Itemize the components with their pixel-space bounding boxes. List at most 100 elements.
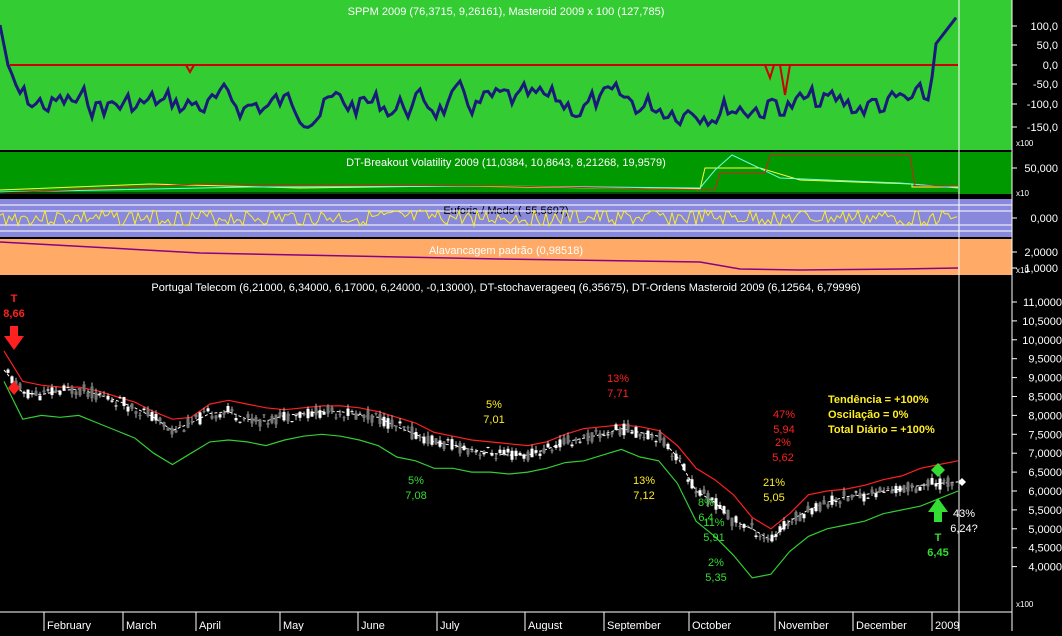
candle-body [402, 426, 406, 428]
candle-body [374, 412, 378, 414]
candle-body [358, 413, 362, 415]
annotation-value: 5,35 [705, 572, 726, 584]
candle-body [658, 432, 662, 441]
candle-body [538, 453, 542, 456]
candle-body [42, 390, 46, 393]
candle-body [102, 395, 106, 397]
candle-body [926, 479, 930, 487]
candle-body [286, 413, 290, 422]
month-label: 2009 [935, 620, 959, 631]
candle-body [586, 432, 590, 441]
candle-body [870, 489, 874, 494]
annotation-label: 21% [763, 477, 785, 489]
price-axis-unit: x100 [1016, 600, 1034, 609]
candle-body [850, 494, 854, 498]
candle-body [882, 491, 886, 493]
candle-body [330, 407, 334, 412]
candle-body [30, 393, 34, 395]
candle-body [766, 537, 770, 541]
candle-body [566, 435, 570, 444]
candle-body [178, 425, 182, 427]
candle-body [302, 413, 306, 415]
month-label: September [607, 620, 661, 631]
month-label: June [361, 620, 385, 631]
candle-body [338, 414, 342, 416]
candle-body [754, 535, 758, 537]
candle-body [438, 440, 442, 447]
candle-body [6, 369, 10, 373]
main-chart-title: Portugal Telecom (6,21000, 6,34000, 6,17… [151, 282, 860, 294]
candle-body [602, 434, 606, 436]
sell-arrow-icon [4, 326, 24, 350]
candle-body [290, 421, 294, 423]
annotation-value: 8,66 [3, 308, 24, 320]
panel-tick-label: 100,0 [1030, 21, 1058, 33]
candle-body [490, 453, 494, 456]
candle-body [78, 388, 82, 396]
candle-body [346, 408, 350, 416]
candle-body [26, 389, 30, 399]
candle-body [70, 386, 74, 394]
panel-tick-label: -100,0 [1027, 99, 1058, 111]
candle-body [38, 395, 42, 401]
candle-body [226, 405, 230, 413]
candle-body [878, 487, 882, 492]
candle-body [526, 451, 530, 461]
candle-body [326, 405, 330, 414]
candle-body [762, 537, 766, 539]
candle-body [166, 427, 170, 431]
month-label: August [528, 620, 562, 631]
candle-body [298, 411, 302, 418]
candle-body [746, 525, 750, 528]
annotation-value: 7,71 [607, 388, 628, 400]
candle-body [94, 392, 98, 400]
candle-body [202, 410, 206, 412]
upper-order-line [3, 350, 959, 530]
panel-tick-label: 50,000 [1024, 163, 1058, 175]
candle-body [750, 522, 754, 526]
sppm-panel-title: SPPM 2009 (76,3715, 9,26161), Masteroid … [348, 6, 665, 18]
candle-body [494, 457, 498, 459]
annotation-value: 7,08 [405, 490, 426, 502]
candle-body [282, 411, 286, 421]
candle-body [418, 436, 422, 439]
candle-body [594, 429, 598, 432]
candle-body [266, 422, 270, 425]
candle-body [694, 491, 698, 494]
candle-body [246, 414, 250, 418]
candle-body [34, 390, 38, 396]
candle-body [254, 416, 258, 422]
annotation-value: 7,01 [483, 414, 504, 426]
candle-body [198, 412, 202, 425]
price-tick-label: 8,5000 [1028, 392, 1062, 404]
panel-tick-label: -150,0 [1027, 122, 1058, 134]
candle-body [142, 408, 146, 410]
annotation-label: 47% [773, 409, 795, 421]
candle-body [194, 414, 198, 418]
summary-line: Tendência = +100% [828, 394, 929, 406]
candle-body [818, 502, 822, 512]
candle-body [722, 506, 726, 514]
alavancagem-title: Alavancagem padrão (0,98518) [429, 245, 583, 257]
candle-body [238, 421, 242, 423]
summary-line: Total Diário = +100% [828, 424, 935, 436]
price-tick-label: 7,0000 [1028, 448, 1062, 460]
candle-body [258, 419, 262, 427]
candle-body [554, 444, 558, 448]
annotation-value: 7,12 [633, 490, 654, 502]
month-label: October [692, 620, 731, 631]
panel-tick-label: -50,0 [1033, 79, 1058, 91]
candle-body [702, 489, 706, 494]
candle-body [58, 390, 62, 395]
candle-body [770, 534, 774, 542]
candle-body [86, 392, 90, 398]
candle-body [550, 449, 554, 452]
sppm-panel [0, 0, 1012, 150]
candle-body [106, 395, 110, 400]
candle-body [334, 417, 338, 419]
annotation-label: 5% [408, 475, 424, 487]
candle-body [318, 410, 322, 418]
candle-body [482, 452, 486, 455]
candle-body [190, 421, 194, 423]
candle-body [730, 517, 734, 527]
